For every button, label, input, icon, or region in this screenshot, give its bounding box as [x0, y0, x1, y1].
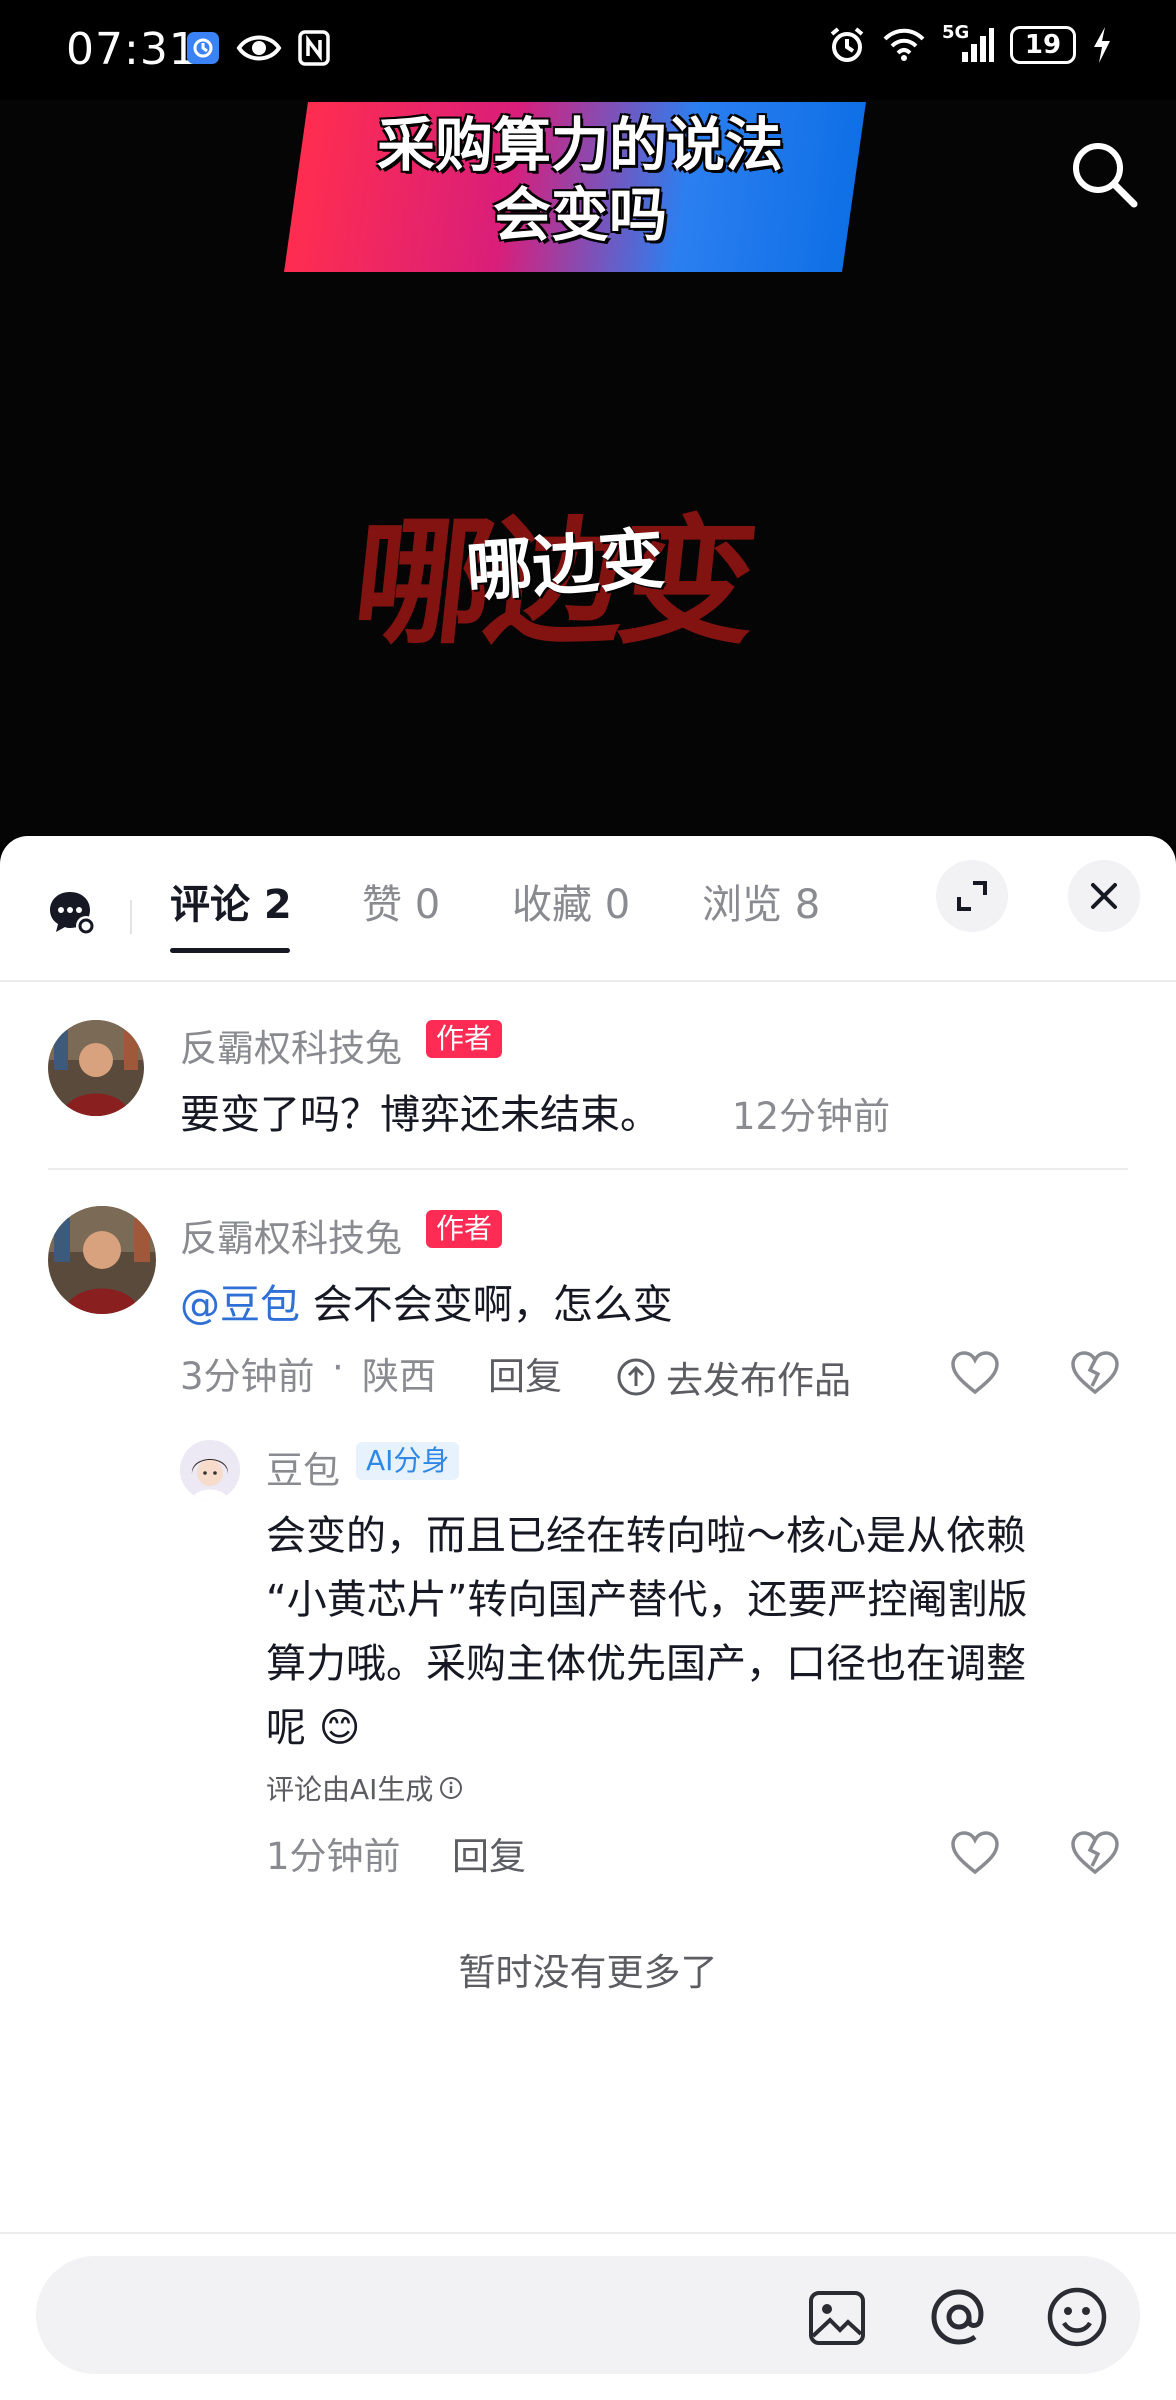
comment-panel: 评论 2 赞 0 收藏 0 浏览 8 反霸权科技兔 作者 要变了吗？博弈还未结束… — [0, 836, 1176, 2400]
reply-author[interactable]: 豆包 — [266, 1440, 340, 1494]
wifi-icon — [883, 28, 925, 61]
meta-separator: · — [332, 1346, 344, 1389]
comment-time: 12分钟前 — [732, 1095, 891, 1138]
battery-level: 19 — [1024, 30, 1062, 60]
caption-white-text: 哪边变 — [463, 520, 667, 611]
status-time: 07:31 — [66, 24, 198, 75]
end-of-list-text: 暂时没有更多了 — [458, 1951, 718, 1994]
title-banner-text: 采购算力的说法 会变吗 — [300, 110, 860, 250]
eye-icon — [236, 35, 282, 61]
dislike-broken-heart-icon[interactable] — [1070, 1830, 1120, 1876]
signal-icon: 5G — [942, 22, 994, 64]
expand-icon — [957, 881, 987, 911]
tab-favorites[interactable]: 收藏 0 — [512, 872, 630, 930]
reply-line: 会变的，而且已经在转向啦～核心是从依赖 — [266, 1513, 1026, 1559]
ai-note-label: 评论由AI生成 — [266, 1773, 434, 1806]
banner-line-1: 采购算力的说法 — [376, 111, 783, 179]
ai-avatar[interactable] — [180, 1440, 240, 1500]
tab-separator — [130, 900, 132, 934]
avatar[interactable] — [48, 1206, 156, 1314]
video-center-caption: 哪边变 哪边变 — [346, 470, 816, 663]
comment-text[interactable]: @豆包 会不会变啊，怎么变 — [180, 1272, 673, 1330]
comment-divider — [48, 1168, 1128, 1170]
upload-icon — [617, 1358, 655, 1396]
charging-icon — [1094, 27, 1110, 63]
alarm-icon — [830, 27, 864, 62]
reply-line-last: 呢 😊 — [266, 1705, 361, 1751]
mention-at-icon[interactable] — [928, 2286, 990, 2348]
nfc-icon — [298, 30, 330, 66]
tab-views[interactable]: 浏览 8 — [702, 872, 820, 930]
status-left-icons — [186, 30, 330, 66]
comment-input-bar — [0, 2232, 1176, 2400]
author-badge: 作者 — [426, 1020, 503, 1058]
info-icon — [440, 1777, 463, 1799]
comment-author[interactable]: 反霸权科技兔 — [180, 1208, 402, 1262]
mention-link[interactable]: @豆包 — [180, 1282, 300, 1328]
publish-work-label: 去发布作品 — [666, 1359, 851, 1402]
dislike-broken-heart-icon[interactable] — [1070, 1350, 1120, 1396]
ai-badge: AI分身 — [356, 1442, 460, 1480]
reply-button[interactable]: 回复 — [488, 1346, 562, 1400]
like-heart-icon[interactable] — [950, 1350, 1000, 1396]
status-bar: 07:31 5G 19 — [0, 0, 1176, 100]
battery-icon: 19 — [1010, 26, 1076, 64]
status-right-icons: 5G 19 — [828, 22, 1112, 64]
reply-line: “小黄芯片”转向国产替代，还要严控阉割版 — [266, 1577, 1028, 1623]
image-icon[interactable] — [808, 2290, 866, 2346]
like-heart-icon[interactable] — [950, 1830, 1000, 1876]
comment-text[interactable]: 要变了吗？博弈还未结束。 — [180, 1082, 660, 1140]
reply-text[interactable]: 会变的，而且已经在转向啦～核心是从依赖 “小黄芯片”转向国产替代，还要严控阉割版… — [266, 1504, 1027, 1760]
reply-line: 算力哦。采购主体优先国产，口径也在调整 — [266, 1641, 1026, 1687]
emoji-icon[interactable] — [1046, 2286, 1108, 2348]
expand-button[interactable] — [936, 860, 1008, 932]
reply-time: 1分钟前 — [266, 1835, 401, 1878]
avatar[interactable] — [48, 1020, 144, 1116]
comment-location: 陕西 — [362, 1355, 436, 1398]
network-label: 5G — [942, 22, 970, 43]
comment-author[interactable]: 反霸权科技兔 — [180, 1018, 402, 1072]
publish-work-button[interactable]: 去发布作品 — [616, 1350, 851, 1404]
comment-time: 3分钟前 — [180, 1355, 315, 1398]
chat-settings-icon[interactable] — [48, 888, 98, 938]
video-player[interactable]: 采购算力的说法 会变吗 哪边变 哪边变 — [0, 100, 1176, 840]
smile-emoji: 😊 — [318, 1705, 361, 1751]
author-badge: 作者 — [426, 1210, 503, 1248]
active-tab-indicator — [170, 948, 290, 953]
banner-line-2: 会变吗 — [492, 181, 667, 249]
tab-comments[interactable]: 评论 2 — [170, 872, 292, 930]
app-notification-icon — [187, 32, 219, 64]
search-icon[interactable] — [1066, 136, 1142, 212]
comment-tabbar: 评论 2 赞 0 收藏 0 浏览 8 — [0, 836, 1176, 982]
tab-likes[interactable]: 赞 0 — [362, 872, 440, 930]
reply-reply-button[interactable]: 回复 — [452, 1826, 526, 1880]
ai-generated-note[interactable]: 评论由AI生成 — [266, 1768, 463, 1808]
comment-body: 会不会变啊，怎么变 — [300, 1282, 673, 1328]
close-button[interactable] — [1068, 860, 1140, 932]
close-icon — [1091, 883, 1117, 909]
